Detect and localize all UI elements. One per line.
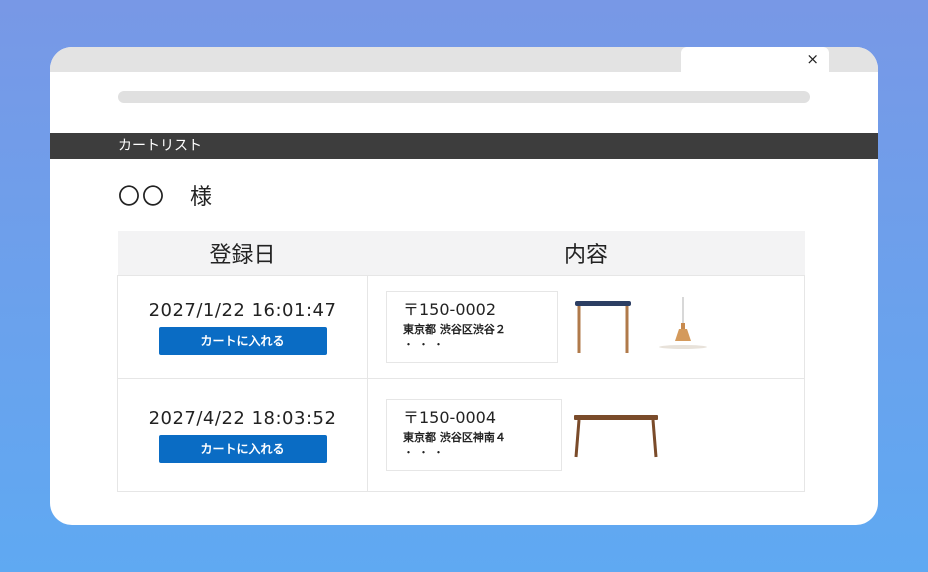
content-cell: 〒150-0002 東京都 渋谷区渋谷２ ・・・: [367, 275, 805, 379]
table-header-row: 登録日 内容: [117, 231, 805, 276]
section-title: カートリスト: [118, 138, 202, 154]
postal-code: 〒150-0004: [403, 408, 497, 427]
address: 東京都 渋谷区神南４: [403, 431, 506, 444]
content-cell: 〒150-0004 東京都 渋谷区神南４ ・・・: [367, 378, 805, 492]
cart-table: 登録日 内容 2027/1/22 16:01:47 カートに入れる 〒150-0…: [117, 231, 805, 492]
date-cell: 2027/1/22 16:01:47 カートに入れる: [117, 275, 368, 379]
add-to-cart-button[interactable]: カートに入れる: [158, 326, 327, 355]
header-date: 登録日: [117, 231, 368, 276]
address-bar[interactable]: [118, 91, 810, 103]
close-icon[interactable]: ×: [806, 49, 819, 69]
address-card: 〒150-0004 東京都 渋谷区神南４ ・・・: [386, 399, 562, 471]
address: 東京都 渋谷区渋谷２: [403, 323, 506, 336]
browser-tab[interactable]: ×: [681, 47, 829, 72]
browser-window: × カートリスト 〇〇 様 登録日 内容 2027/1/22 16:01:47 …: [50, 47, 878, 525]
table-row: 2027/4/22 18:03:52 カートに入れる 〒150-0004 東京都…: [117, 378, 805, 492]
add-to-cart-button[interactable]: カートに入れる: [158, 434, 327, 463]
table-row: 2027/1/22 16:01:47 カートに入れる 〒150-0002 東京都…: [117, 275, 805, 379]
address-ellipsis: ・・・: [403, 446, 448, 459]
address-card: 〒150-0002 東京都 渋谷区渋谷２ ・・・: [386, 291, 558, 363]
page-header-bar: カートリスト: [50, 133, 878, 159]
address-ellipsis: ・・・: [403, 338, 448, 351]
registered-date: 2027/4/22 18:03:52: [148, 407, 337, 429]
registered-date: 2027/1/22 16:01:47: [148, 299, 337, 321]
header-content: 内容: [367, 231, 805, 276]
wooden-table-icon[interactable]: [573, 413, 659, 459]
stool-icon[interactable]: [573, 299, 633, 355]
tab-strip: ×: [50, 47, 878, 72]
postal-code: 〒150-0002: [403, 300, 497, 319]
date-cell: 2027/4/22 18:03:52 カートに入れる: [117, 378, 368, 492]
pendant-lamp-icon[interactable]: [653, 297, 713, 357]
customer-name: 〇〇 様: [118, 185, 215, 210]
